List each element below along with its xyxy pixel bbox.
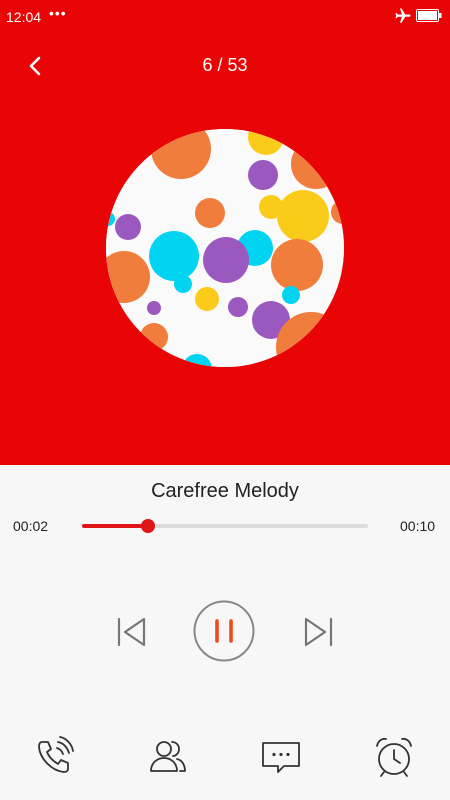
total-duration: 00:10 — [400, 518, 436, 534]
track-title: Carefree Melody — [151, 480, 299, 502]
skip-previous-icon[interactable] — [115, 614, 147, 650]
header-area: 12:04 ••• 6 / 53 — [0, 0, 450, 465]
album-art-dots — [106, 129, 344, 367]
status-bar: 12:04 ••• — [0, 0, 450, 32]
contacts-icon[interactable] — [147, 736, 189, 778]
skip-next-icon[interactable] — [303, 614, 335, 650]
airplane-mode-icon — [395, 8, 411, 23]
elapsed-time: 00:02 — [13, 518, 49, 534]
pause-button[interactable] — [193, 600, 255, 662]
message-icon[interactable] — [260, 736, 302, 778]
seek-bar-handle[interactable] — [140, 519, 155, 533]
battery-icon — [416, 9, 442, 22]
player-header: 6 / 53 — [0, 48, 450, 84]
track-counter: 6 / 53 — [202, 55, 248, 75]
seek-bar-progress — [82, 524, 148, 528]
album-art — [106, 129, 344, 367]
phone-call-icon[interactable] — [33, 736, 75, 778]
status-dots: ••• — [49, 5, 67, 21]
seek-bar[interactable] — [82, 519, 368, 533]
alarm-clock-icon[interactable] — [373, 736, 415, 778]
status-time: 12:04 — [6, 9, 42, 25]
